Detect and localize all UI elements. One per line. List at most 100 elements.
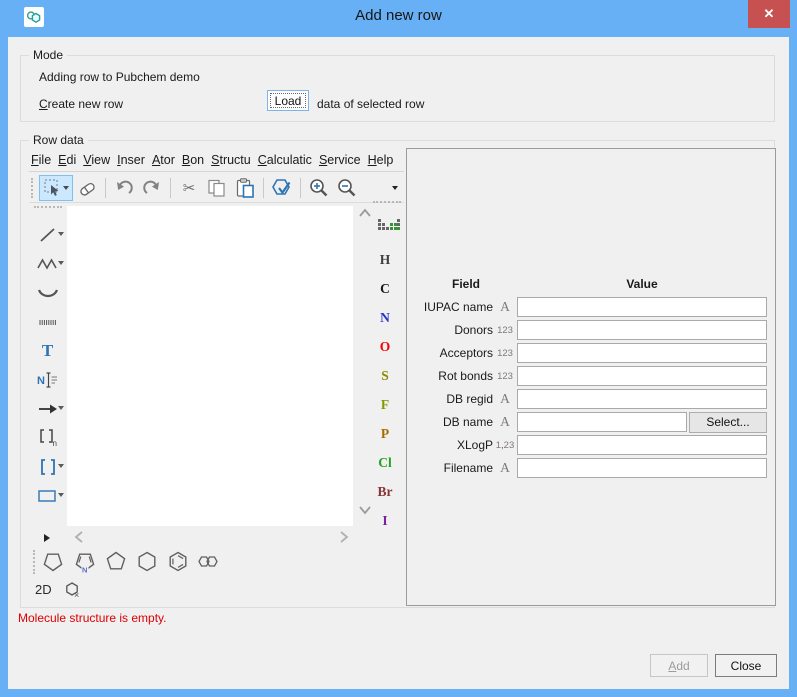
molecule-sketcher: File Edi View Inser Ator Bon Structu Cal… [29, 149, 404, 601]
copy-button[interactable] [203, 175, 231, 201]
check-structure-button[interactable] [268, 175, 296, 201]
undo-icon [115, 180, 133, 196]
iupac-name-input[interactable] [517, 297, 767, 317]
menu-insert[interactable]: Inser [117, 153, 145, 167]
toolbar-drag-handle[interactable] [31, 178, 35, 198]
multiple-bond-icon [38, 316, 58, 328]
structure-canvas[interactable] [67, 206, 353, 526]
acceptors-input[interactable] [517, 343, 767, 363]
element-C-button[interactable]: C [366, 274, 404, 303]
text-type-icon: A [493, 299, 517, 315]
filename-input[interactable] [517, 458, 767, 478]
template-pyrrole-button[interactable]: N [72, 548, 98, 574]
menu-calculations[interactable]: Calculatic [258, 153, 312, 167]
menu-view[interactable]: View [83, 153, 110, 167]
element-scroll-up[interactable] [358, 207, 372, 219]
periodic-table-icon[interactable] [377, 217, 401, 233]
template-cyclopentane-up-button[interactable] [103, 548, 129, 574]
copy-icon [207, 179, 227, 197]
text-type-icon: A [493, 414, 517, 430]
zoom-in-icon [309, 178, 329, 198]
element-F-button[interactable]: F [366, 390, 404, 419]
field-label: XLogP [415, 438, 493, 452]
menu-edit[interactable]: Edi [58, 153, 76, 167]
expander-arrow-icon[interactable] [44, 534, 50, 542]
template-toolbar-drag-handle[interactable] [33, 550, 37, 574]
toolbar-separator [300, 178, 301, 198]
repeat-group-bracket-tool[interactable]: n [29, 423, 66, 452]
left-toolbar-drag-handle[interactable] [34, 206, 62, 210]
close-window-button[interactable]: ✕ [748, 0, 790, 28]
dimension-toggle[interactable]: 2D [35, 582, 52, 597]
text-tool[interactable]: T [29, 336, 66, 365]
element-bar-drag-handle[interactable] [373, 201, 401, 205]
undo-button[interactable] [110, 175, 138, 201]
menu-atom[interactable]: Ator [152, 153, 175, 167]
clean-structure-icon[interactable]: × [63, 580, 83, 600]
eraser-tool-button[interactable] [73, 175, 101, 201]
reaction-arrow-tool[interactable] [29, 394, 66, 423]
marquee-select-tool-button[interactable] [39, 175, 73, 201]
element-S-button[interactable]: S [366, 361, 404, 390]
element-Br-button[interactable]: Br [366, 477, 404, 506]
field-label: DB regid [415, 392, 493, 406]
bond-dropdown-caret [58, 232, 64, 236]
element-scroll-down[interactable] [358, 504, 372, 516]
rectangle-tool[interactable] [29, 481, 66, 510]
mode-group-label: Mode [29, 48, 67, 62]
element-O-button[interactable]: O [366, 332, 404, 361]
menu-bond[interactable]: Bon [182, 153, 204, 167]
scroll-right-icon[interactable] [337, 530, 351, 542]
bracket-tool[interactable] [29, 452, 66, 481]
element-P-button[interactable]: P [366, 419, 404, 448]
db-regid-input[interactable] [517, 389, 767, 409]
atom-label-tool[interactable]: N [29, 365, 66, 394]
decimal-type-icon: 1,23 [493, 440, 517, 451]
text-type-icon: A [493, 391, 517, 407]
single-bond-tool[interactable] [29, 220, 66, 249]
create-new-row-option[interactable]: Create new row [39, 97, 123, 111]
element-H-button[interactable]: H [366, 245, 404, 274]
template-naphthalene-button[interactable] [195, 548, 221, 574]
element-Cl-button[interactable]: Cl [366, 448, 404, 477]
repeat-group-bracket-icon: n [37, 428, 59, 447]
arc-tool[interactable] [29, 278, 66, 307]
add-button[interactable]: Add [650, 654, 708, 677]
menu-services[interactable]: Service [319, 153, 361, 167]
cut-button[interactable]: ✂ [175, 175, 203, 201]
scroll-left-icon[interactable] [73, 530, 87, 542]
select-db-button[interactable]: Select... [689, 412, 767, 433]
field-label: Filename [415, 461, 493, 475]
load-button[interactable]: Load [267, 90, 309, 111]
sketcher-menubar: File Edi View Inser Ator Bon Structu Cal… [29, 149, 404, 172]
more-tools-dropdown[interactable] [392, 186, 398, 190]
close-button[interactable]: Close [715, 654, 777, 677]
db-name-input[interactable] [517, 412, 687, 432]
donors-input[interactable] [517, 320, 767, 340]
toolbar-separator [263, 178, 264, 198]
menu-structure[interactable]: Structu [211, 153, 251, 167]
rectangle-icon [37, 488, 58, 504]
redo-button[interactable] [138, 175, 166, 201]
paste-button[interactable] [231, 175, 259, 201]
menu-help[interactable]: Help [368, 153, 394, 167]
reaction-arrow-icon [37, 401, 58, 417]
menu-file[interactable]: File [31, 153, 51, 167]
zoom-out-button[interactable] [333, 175, 361, 201]
element-bar: H C N O S F P Cl Br I [366, 245, 404, 535]
xlogp-input[interactable] [517, 435, 767, 455]
fields-panel: Field Value IUPAC name A Donors 123 [406, 148, 776, 606]
multiple-bond-tool[interactable] [29, 307, 66, 336]
template-benzene-button[interactable] [165, 548, 191, 574]
add-button-label: Add [668, 659, 689, 673]
zoom-in-button[interactable] [305, 175, 333, 201]
table-row-donors: Donors 123 [415, 320, 767, 340]
fields-table-header: Field Value [415, 277, 767, 292]
row-data-groupbox: Row data File Edi View Inser Ator Bon St… [20, 140, 775, 608]
chain-tool[interactable] [29, 249, 66, 278]
rot-bonds-input[interactable] [517, 366, 767, 386]
template-cyclohexane-button[interactable] [134, 548, 160, 574]
element-N-button[interactable]: N [366, 303, 404, 332]
table-row-acceptors: Acceptors 123 [415, 343, 767, 363]
template-cyclopentane-button[interactable] [40, 548, 66, 574]
